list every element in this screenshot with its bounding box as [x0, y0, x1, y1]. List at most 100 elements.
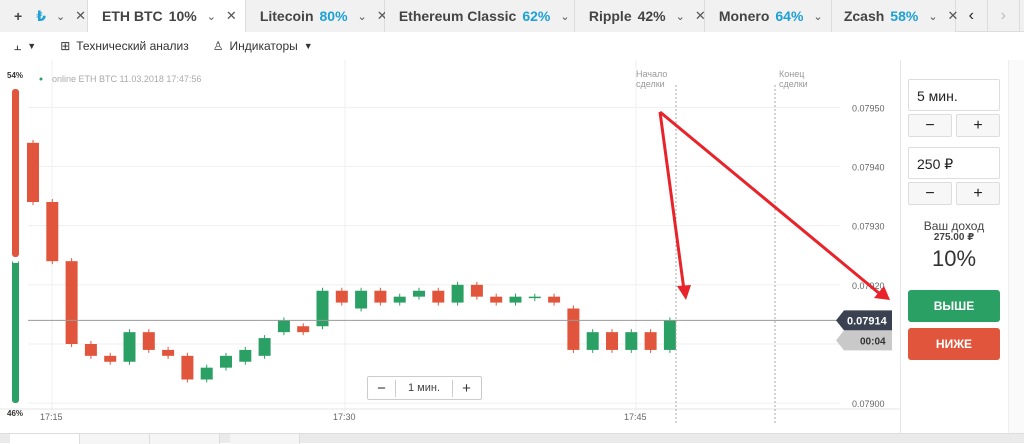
chevron-down-icon[interactable]: ⌄: [928, 10, 937, 23]
chevron-down-icon: ▼: [27, 41, 37, 51]
tab-ripple[interactable]: Ripple 42% ⌄ ✕: [574, 0, 706, 32]
candle: [123, 332, 136, 362]
add-tab[interactable]: + ₺ ⌄ ✕: [0, 0, 88, 32]
annotation-arrow: [659, 110, 881, 296]
candle: [413, 290, 425, 297]
amount-increase-button[interactable]: +: [956, 182, 1000, 205]
higher-button[interactable]: ВЫШЕ: [908, 290, 1000, 322]
price-chart[interactable]: 0.079500.079400.079300.079200.079100.079…: [0, 60, 900, 443]
tab-label: ETH BTC: [102, 8, 163, 24]
amount-decrease-button[interactable]: −: [908, 182, 952, 205]
candle: [65, 261, 78, 344]
tab-zcash[interactable]: Zcash 58% ⌄ ✕: [831, 0, 958, 32]
sentiment-bar-down: [12, 260, 19, 403]
candle: [625, 332, 638, 350]
y-tick-label: 0.07940: [852, 163, 885, 173]
technical-analysis-button[interactable]: ⊞ Технический анализ: [60, 39, 189, 53]
tab-label: Monero: [718, 8, 770, 24]
tab-label: Ethereum Classic: [398, 8, 517, 24]
tab-percent: 10%: [168, 8, 197, 24]
indicators-button[interactable]: ♙ Индикаторы ▼: [213, 39, 313, 53]
chevron-down-icon[interactable]: ⌄: [676, 10, 685, 23]
payout-percent: 10%: [931, 246, 977, 271]
candle: [27, 142, 39, 202]
tab-ethereum-classic[interactable]: Ethereum Classic 62% ⌄ ✕: [384, 0, 590, 32]
tab-percent: 80%: [319, 8, 348, 24]
current-price-value: 0.07914: [847, 315, 888, 327]
zoom-in-button[interactable]: +: [452, 379, 480, 397]
annotation-arrow: [658, 111, 686, 291]
candle: [277, 320, 290, 333]
close-icon[interactable]: ✕: [75, 8, 86, 24]
arrow-head-icon: [677, 285, 691, 300]
candle: [297, 326, 310, 333]
tabs-prev-button[interactable]: ‹: [956, 0, 988, 31]
plus-icon[interactable]: +: [14, 8, 22, 24]
duration-increase-button[interactable]: +: [956, 114, 1000, 137]
chevron-down-icon[interactable]: ⌄: [813, 10, 822, 23]
y-tick-label: 0.07900: [852, 399, 885, 409]
tabs-next-button[interactable]: ›: [988, 0, 1020, 31]
tab-monero[interactable]: Monero 64% ⌄ ✕: [704, 0, 844, 32]
x-tick-label: 17:15: [40, 412, 63, 422]
candle: [663, 320, 676, 350]
candle: [509, 296, 522, 303]
candle: [239, 349, 252, 362]
sentiment-bar-up: [12, 89, 19, 257]
candle: [470, 284, 483, 297]
chart-toolbar: ⫠ ▼ ⊞ Технический анализ ♙ Индикаторы ▼: [0, 32, 1024, 60]
candle: [258, 338, 271, 356]
candle: [316, 290, 329, 327]
y-tick-label: 0.07950: [852, 103, 885, 113]
tab-eth-btc[interactable]: ETH BTC 10% ⌄ ✕: [88, 0, 246, 32]
candle: [528, 296, 541, 299]
tab-percent: 42%: [637, 8, 666, 24]
online-dot-icon: [39, 77, 43, 81]
tab-label: Ripple: [588, 8, 632, 24]
chevron-down-icon[interactable]: ⌄: [560, 10, 569, 23]
candle: [606, 332, 618, 350]
candle: [46, 202, 59, 262]
x-tick-label: 17:45: [624, 412, 647, 422]
tab-percent: 62%: [522, 8, 551, 24]
sentiment-bottom-label: 46%: [7, 409, 23, 418]
analysis-icon: ⊞: [60, 39, 71, 53]
duration-field[interactable]: 5 мин.: [908, 79, 1000, 111]
candle: [84, 344, 97, 356]
chevron-down-icon[interactable]: ⌄: [56, 10, 65, 23]
currency-icon[interactable]: ₺: [36, 8, 46, 25]
amount-field[interactable]: 250 ₽: [908, 147, 1000, 179]
chevron-right-icon[interactable]: ›: [1001, 7, 1006, 25]
deal-start-label: сделки: [636, 79, 665, 89]
zoom-out-button[interactable]: −: [368, 379, 396, 397]
close-icon[interactable]: ✕: [226, 8, 237, 24]
chart-type-button[interactable]: ⫠ ▼: [14, 39, 36, 54]
candle: [355, 290, 368, 309]
candle: [586, 332, 599, 350]
right-scroll-gutter: [1008, 60, 1024, 433]
tab-percent: 58%: [890, 8, 919, 24]
candle: [220, 355, 232, 368]
lower-button[interactable]: НИЖЕ: [908, 328, 1000, 360]
indicators-icon: ♙: [212, 39, 224, 53]
candle: [162, 349, 175, 356]
income-label: Ваш доход: [923, 219, 985, 233]
tab-litecoin[interactable]: Litecoin 80% ⌄ ✕: [245, 0, 388, 32]
income-value: 275.00 ₽: [933, 232, 975, 243]
candle: [451, 284, 464, 303]
candle: [644, 332, 657, 350]
trade-panel: 5 мин. − + 250 ₽ − + Ваш доход 275.00 ₽ …: [900, 60, 1024, 443]
candle: [393, 296, 406, 303]
candle: [432, 290, 445, 303]
chevron-down-icon[interactable]: ⌄: [358, 10, 367, 23]
candle: [104, 355, 117, 362]
chart-status: online ETH BTC 11.03.2018 17:47:56: [52, 74, 201, 84]
indicators-label: Индикаторы: [229, 39, 298, 53]
duration-decrease-button[interactable]: −: [908, 114, 952, 137]
chevron-left-icon[interactable]: ‹: [969, 7, 974, 25]
deal-start-label: Начало: [636, 69, 667, 79]
zoom-control: − 1 мин. +: [367, 376, 482, 400]
zoom-level: 1 мин.: [407, 382, 440, 394]
candle: [142, 332, 155, 350]
chevron-down-icon[interactable]: ⌄: [207, 10, 216, 23]
